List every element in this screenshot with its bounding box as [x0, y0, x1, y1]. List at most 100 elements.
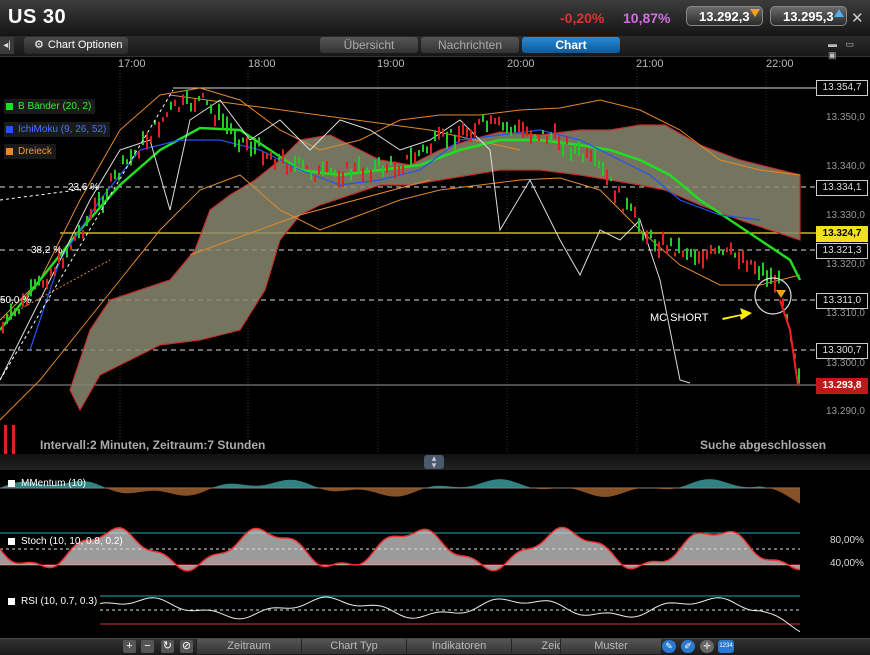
candle [422, 144, 424, 152]
candle [186, 89, 188, 105]
candle [550, 132, 552, 143]
candle [658, 241, 660, 259]
candle [82, 230, 84, 239]
price-tick: 13.350,0 [826, 112, 865, 123]
candle [202, 92, 204, 98]
stochastic-panel [0, 526, 801, 572]
candle [462, 122, 464, 136]
price-chart[interactable] [0, 56, 870, 638]
indicator-momentum-label[interactable]: MMentum (10) [8, 478, 86, 489]
sell-price-button[interactable]: 13.292,3 [686, 6, 763, 26]
candle [634, 206, 636, 218]
candle [722, 249, 724, 256]
resize-handle-icon[interactable]: ▴ ▾ [424, 454, 444, 470]
candle [454, 134, 456, 151]
search-status: Suche abgeschlossen [700, 438, 827, 452]
tab-timeframe[interactable]: Zeitraum [196, 639, 301, 654]
candle [442, 128, 444, 137]
time-label: 21:00 [636, 58, 664, 70]
candle [150, 136, 152, 143]
candle [234, 130, 236, 148]
up-arrow-icon [834, 9, 844, 17]
candle [694, 249, 696, 266]
candle [350, 168, 352, 181]
candle [30, 279, 32, 297]
tab-indicators[interactable]: Indikatoren [406, 639, 511, 654]
candle [662, 231, 664, 246]
candle [250, 141, 252, 157]
candle [50, 268, 52, 277]
candle [34, 279, 36, 290]
candle [494, 118, 496, 125]
candle [502, 122, 504, 131]
time-label: 19:00 [377, 58, 405, 70]
candle [638, 218, 640, 232]
candle [486, 120, 488, 132]
pencil-icon[interactable]: ✐ [681, 640, 695, 653]
pencil-icon[interactable]: ✎ [662, 640, 676, 653]
candle [62, 257, 64, 269]
candle [90, 209, 92, 220]
candle [762, 262, 764, 276]
legend-triangle[interactable]: Dreieck [4, 144, 56, 159]
tab-chart-type[interactable]: Chart Typ [301, 639, 406, 654]
candle [750, 259, 752, 265]
collapse-panel-button[interactable]: ◂| [0, 37, 14, 54]
indicator-rsi-label[interactable]: RSI (10, 0.7, 0.3) [8, 596, 97, 607]
fib-label: 38,2 % [31, 245, 63, 256]
candle [118, 172, 120, 181]
candle [158, 121, 160, 138]
candle [438, 126, 440, 140]
candle [546, 135, 548, 145]
legend-bollinger[interactable]: B Bänder (20, 2) [4, 99, 96, 114]
candle [418, 150, 420, 157]
candle [730, 242, 732, 255]
candle [302, 159, 304, 170]
legend-ichimoku[interactable]: IchiMoku (9, 26, 52) [4, 122, 111, 137]
tab-chart[interactable]: Chart [522, 37, 620, 53]
indicator-label: RSI (10, 0.7, 0.3) [21, 596, 98, 607]
close-icon[interactable]: ✕ [851, 9, 864, 27]
candle [310, 169, 312, 181]
candle [170, 101, 172, 110]
candle [266, 152, 268, 160]
candle [746, 260, 748, 272]
signal-circle [754, 277, 792, 315]
candle [610, 177, 612, 182]
zoom-out-button[interactable]: − [141, 640, 154, 653]
candle [398, 165, 400, 177]
buy-price-button[interactable]: 13.295,3 [770, 6, 847, 26]
rsi-panel [99, 595, 801, 633]
candle [102, 196, 104, 213]
zoom-in-button[interactable]: + [123, 640, 136, 653]
indicator-stoch-label[interactable]: Stoch (10, 10, 0.8, 0.2) [8, 536, 123, 547]
chart-options-button[interactable]: ⚙ Chart Optionen [24, 37, 128, 54]
momentum-panel [0, 479, 800, 504]
candle [538, 136, 540, 142]
legend-label: B Bänder (20, 2) [18, 101, 92, 112]
tab-overview[interactable]: Übersicht [320, 37, 418, 53]
annotation-text: MC SHORT [650, 312, 709, 324]
stoch-level-label: 40,00% [830, 558, 864, 569]
time-label: 17:00 [118, 58, 146, 70]
interval-info: Intervall:2 Minuten, Zeitraum:7 Stunden [40, 438, 266, 452]
candle [174, 99, 176, 107]
clear-icon[interactable]: ⊘ [180, 640, 193, 653]
candle [650, 229, 652, 239]
counter-icon[interactable]: 1234 [718, 640, 734, 653]
crosshair-icon[interactable]: ✛ [700, 640, 714, 653]
sell-price: 13.292,3 [699, 9, 750, 24]
refresh-icon[interactable]: ↻ [161, 640, 174, 653]
candle [734, 252, 736, 258]
price-tick: 13.330,0 [826, 210, 865, 221]
tab-patterns[interactable]: Muster [560, 639, 661, 654]
instrument-title: US 30 [8, 6, 67, 28]
price-level-label: 13.311,0 [816, 293, 868, 309]
candle [570, 147, 572, 161]
candle [74, 235, 76, 241]
annotation-arrow [722, 308, 752, 320]
candle [482, 114, 484, 122]
drop-line [779, 299, 799, 386]
tab-news[interactable]: Nachrichten [421, 37, 519, 53]
candle [274, 158, 276, 170]
